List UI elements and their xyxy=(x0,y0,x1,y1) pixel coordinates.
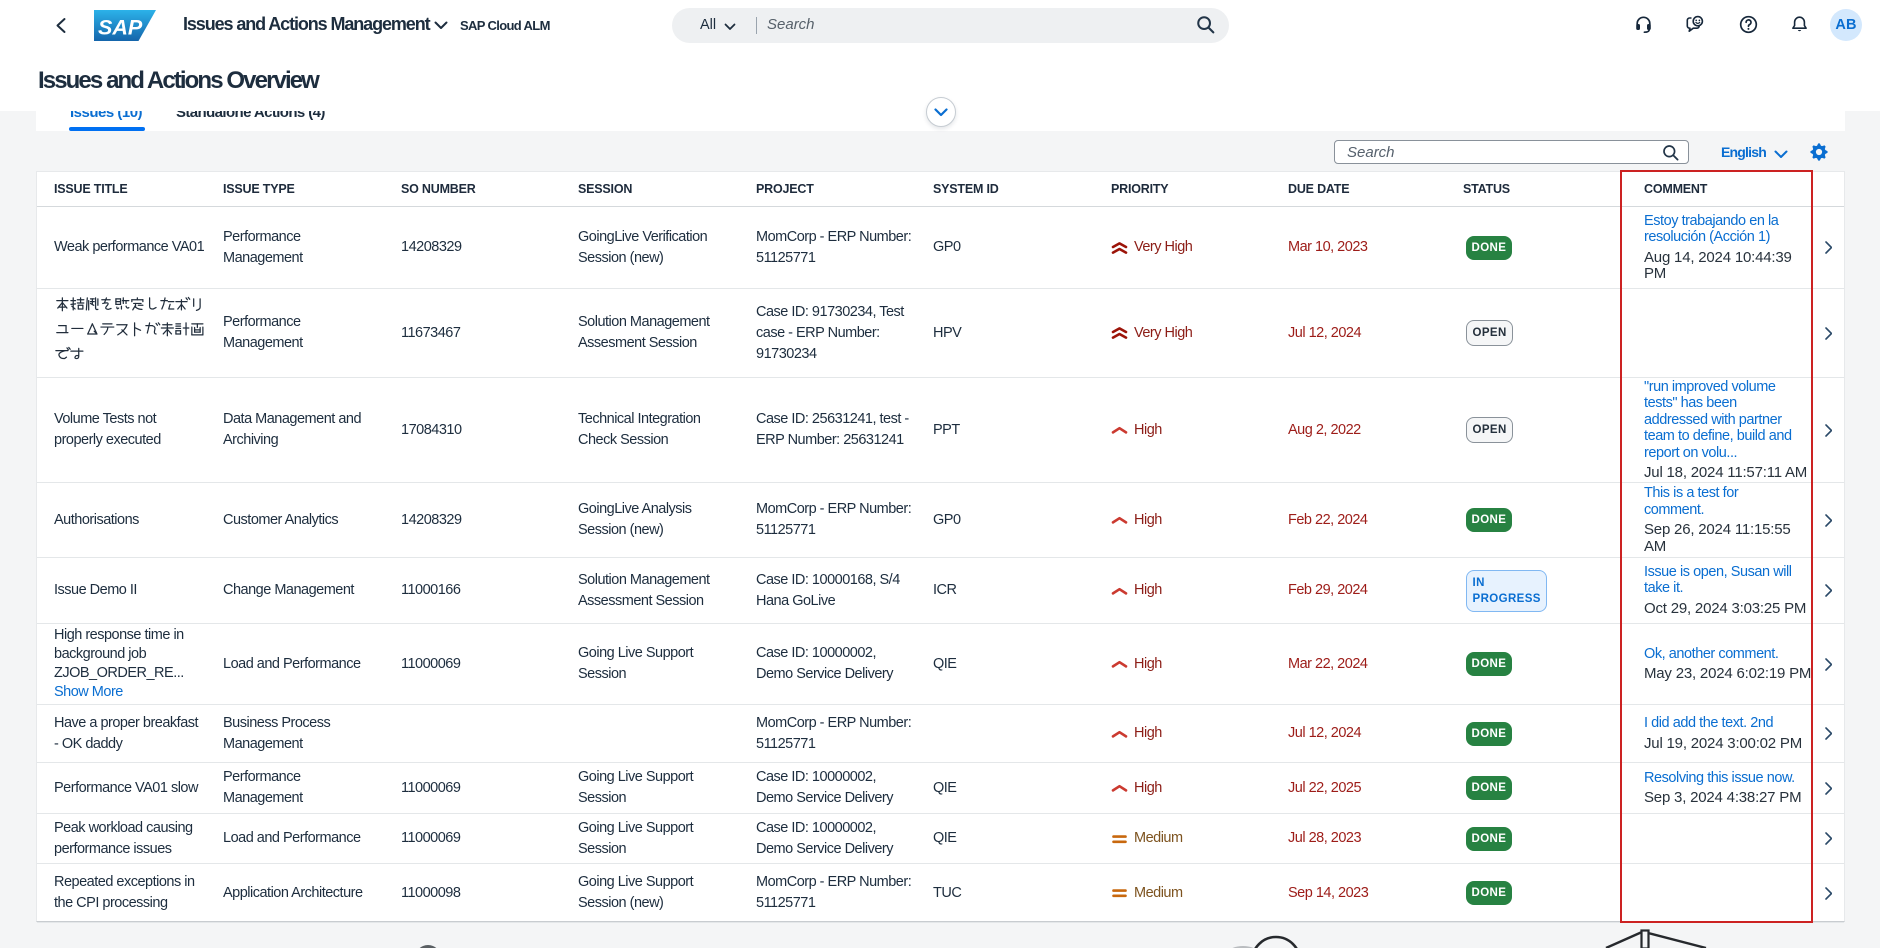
svg-text:SAP: SAP xyxy=(98,16,143,40)
